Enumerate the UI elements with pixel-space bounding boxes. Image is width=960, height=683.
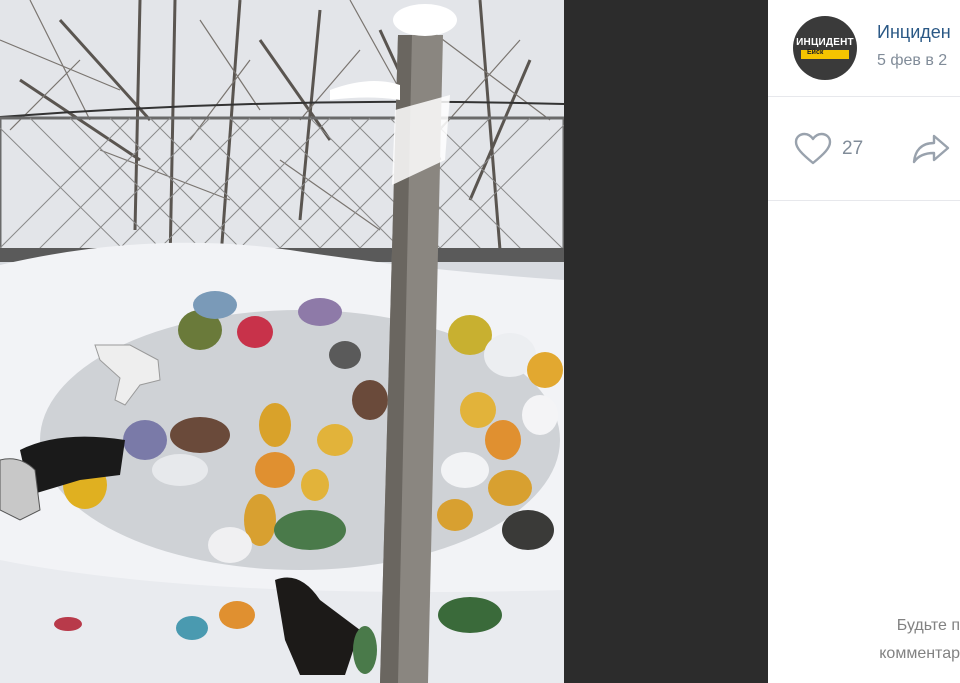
comments-hint-line2: комментар [879,645,960,662]
post-photo[interactable] [0,0,564,683]
post-sidebar: ИНЦИДЕНТ Ейск Инциден 5 фев в 2 [768,0,960,683]
post-header: ИНЦИДЕНТ Ейск Инциден 5 фев в 2 [768,0,960,97]
post-date[interactable]: 5 фев в 2 [877,52,947,70]
avatar-logo-subtext: Ейск [807,49,824,56]
photo-viewer: ИНЦИДЕНТ Ейск Инциден 5 фев в 2 27 Будьт… [0,0,960,683]
group-name-link[interactable]: Инциден [877,22,951,43]
share-arrow-icon [912,134,950,164]
like-count: 27 [842,138,864,159]
avatar-logo-text: ИНЦИДЕНТ [796,37,854,48]
like-button[interactable]: 27 [794,131,863,167]
share-button[interactable] [911,131,951,167]
photo-scene [0,0,564,683]
comments-hint-line1: Будьте п [896,617,960,634]
viewer-backdrop [564,0,768,683]
heart-icon [794,132,832,165]
comments-hint: Будьте п комментар [760,612,960,668]
group-avatar[interactable]: ИНЦИДЕНТ Ейск [793,16,857,80]
